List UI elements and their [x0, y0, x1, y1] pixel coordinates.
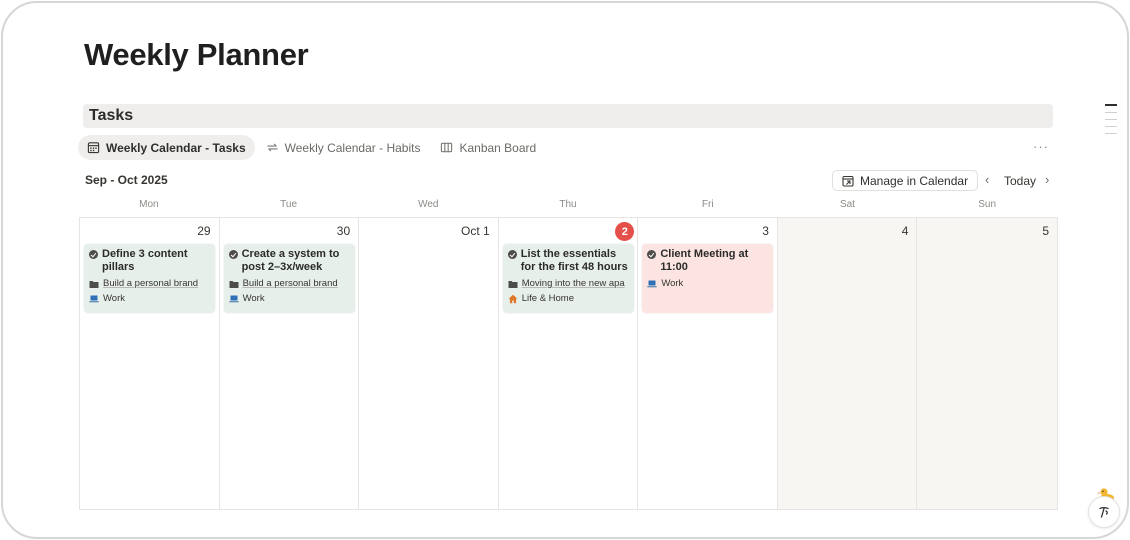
event-area: Life & Home	[521, 293, 575, 304]
event-card[interactable]: List the essentials for the first 48 hou…	[502, 244, 634, 313]
event-card[interactable]: Create a system to post 2–3x/week Build …	[223, 244, 355, 313]
day-number: 3	[762, 224, 769, 238]
event-title: Client Meeting at 11:00	[660, 248, 749, 273]
laptop-icon	[89, 295, 99, 302]
day-cell-thu[interactable]: 2 List the essentials for the first 48 h…	[499, 218, 639, 509]
folder-icon	[508, 280, 518, 288]
weekday-sat: Sat	[839, 199, 855, 210]
view-tabs: Weekly Calendar - Tasks Weekly Calendar …	[78, 135, 547, 160]
day-number: 4	[901, 224, 909, 238]
tab-weekly-calendar-habits[interactable]: Weekly Calendar - Habits	[257, 135, 430, 160]
weekday-fri: Fri	[701, 199, 714, 210]
check-circle-icon	[507, 250, 517, 259]
manage-in-calendar-button[interactable]: Manage in Calendar	[832, 170, 979, 191]
weekday-wed: Wed	[418, 199, 439, 210]
repeat-icon	[266, 143, 278, 152]
laptop-icon	[647, 280, 658, 287]
house-icon	[508, 294, 518, 303]
weekday-thu: Thu	[559, 199, 577, 210]
day-number: 29	[197, 224, 211, 238]
laptop-icon	[228, 295, 239, 302]
day-number: 5	[1042, 224, 1050, 238]
day-cell-fri[interactable]: 3 Client Meeting at 11:00 Work	[638, 218, 778, 509]
check-circle-icon	[228, 250, 238, 259]
outline-mark[interactable]	[1105, 112, 1117, 113]
event-title: Define 3 content pillars	[102, 248, 188, 273]
weekday-mon: Mon	[139, 199, 159, 210]
folder-icon	[229, 280, 239, 288]
day-number: 30	[336, 224, 351, 238]
help-glyph-icon	[1099, 506, 1109, 518]
event-title: Create a system to post 2–3x/week	[241, 248, 340, 273]
outline-mark[interactable]	[1105, 126, 1117, 127]
tab-label: Kanban Board	[459, 140, 537, 155]
event-title: List the essentials for the first 48 hou…	[520, 248, 628, 273]
weekday-header: Mon Tue Wed Thu Fri Sat Sun	[79, 199, 1057, 213]
day-cell-tue[interactable]: 30 Create a system to post 2–3x/week Bui…	[220, 218, 360, 509]
outline-scroll-marks[interactable]	[1105, 104, 1117, 140]
outline-mark[interactable]	[1105, 133, 1117, 134]
calendar-icon	[87, 142, 100, 154]
folder-icon	[89, 280, 99, 288]
weekday-sun: Sun	[978, 199, 997, 210]
columns-icon	[441, 142, 453, 153]
day-cell-wed[interactable]: Oct 1	[359, 218, 499, 509]
month-label: Sep - Oct 2025	[85, 173, 168, 187]
today-button[interactable]: Today	[1004, 174, 1036, 188]
event-card[interactable]: Client Meeting at 11:00 Work	[642, 244, 774, 313]
event-area: Work	[242, 293, 265, 304]
chevron-left-icon[interactable]: ‹	[985, 172, 989, 187]
manage-label: Manage in Calendar	[860, 173, 969, 188]
day-number: Oct 1	[461, 224, 490, 238]
section-header-tasks: Tasks	[83, 104, 1053, 128]
tab-kanban-board[interactable]: Kanban Board	[431, 135, 545, 160]
page-title: Weekly Planner	[84, 37, 309, 72]
help-button[interactable]	[1088, 496, 1120, 528]
event-area: Work	[661, 278, 684, 289]
tab-label: Weekly Calendar - Habits	[284, 140, 421, 155]
event-area: Work	[103, 293, 125, 304]
event-card[interactable]: Define 3 content pillars Build a persona…	[84, 244, 215, 313]
check-circle-icon	[89, 250, 98, 259]
chevron-right-icon[interactable]: ›	[1045, 172, 1049, 187]
weekday-tue: Tue	[280, 199, 298, 210]
day-cell-sat[interactable]: 4	[777, 218, 918, 509]
event-project[interactable]: Moving into the new apa	[522, 278, 625, 289]
check-circle-icon	[647, 250, 657, 259]
app-window: Weekly Planner Tasks Weekly Calendar - T…	[1, 1, 1129, 539]
today-badge: 2	[615, 222, 635, 241]
tab-label: Weekly Calendar - Tasks	[106, 140, 246, 155]
event-project[interactable]: Build a personal brand	[243, 278, 338, 289]
calendar-open-icon	[842, 175, 854, 187]
more-options-button[interactable]: ···	[1033, 139, 1049, 154]
outline-mark[interactable]	[1105, 119, 1117, 120]
day-cell-sun[interactable]: 5	[917, 218, 1058, 509]
tab-weekly-calendar-tasks[interactable]: Weekly Calendar - Tasks	[78, 135, 255, 160]
day-cell-mon[interactable]: 29 Define 3 content pillars Build a pers…	[80, 218, 220, 509]
outline-mark[interactable]	[1105, 104, 1117, 106]
calendar-grid: 29 Define 3 content pillars Build a pers…	[79, 217, 1058, 510]
event-project[interactable]: Build a personal brand	[103, 278, 198, 289]
